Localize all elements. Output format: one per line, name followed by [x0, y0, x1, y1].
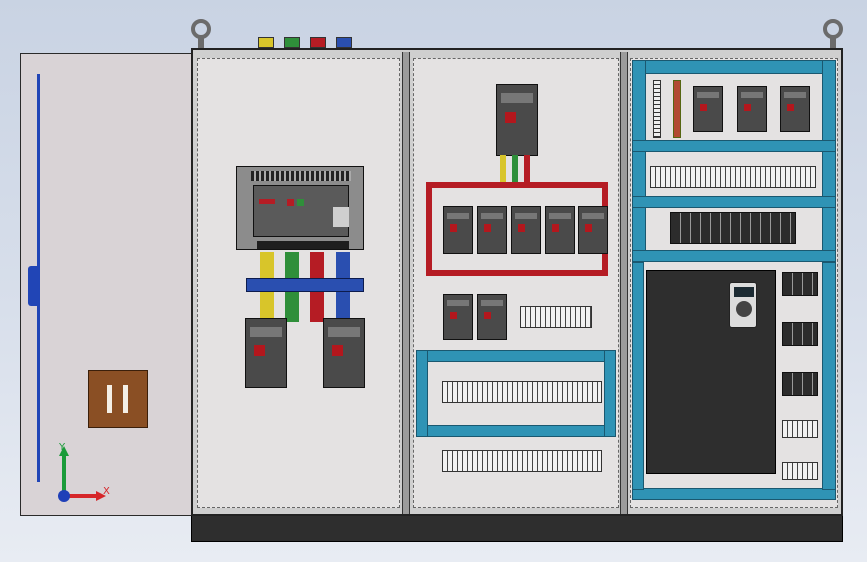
terminal-block-small	[520, 306, 592, 328]
rail-ctrl-vfd-right	[822, 262, 836, 490]
rail-ctrl-top	[632, 60, 836, 74]
axis-y-label: Y	[59, 442, 66, 453]
terminal-strip-1	[442, 381, 602, 403]
relay-module-1[interactable]	[782, 272, 818, 296]
lifting-eye-icon	[823, 19, 843, 48]
rail-ctrl-bottom	[632, 488, 836, 500]
cabinet-plinth	[191, 514, 843, 542]
door-pocket[interactable]	[88, 370, 148, 428]
top-indicator-red	[310, 37, 326, 48]
top-indicator-yellow	[258, 37, 274, 48]
rail-teal-right	[604, 350, 616, 437]
rail-ctrl-vfd-left	[632, 262, 644, 490]
rail-teal-left	[416, 350, 428, 437]
rail-teal-upper	[416, 350, 616, 362]
top-indicator-blue	[336, 37, 352, 48]
mccb-left[interactable]	[245, 318, 287, 388]
rail-ctrl-mid2	[632, 196, 836, 208]
branch-breaker-4[interactable]	[545, 206, 575, 254]
main-air-circuit-breaker[interactable]	[236, 166, 364, 250]
door-latch[interactable]	[28, 266, 40, 306]
relay-module-3[interactable]	[782, 372, 818, 396]
branch-breaker-6[interactable]	[443, 294, 473, 340]
terminal-strip-ctrl	[650, 166, 816, 188]
rail-ctrl-left	[632, 60, 646, 260]
busbar-cross-blue	[246, 278, 364, 292]
vfd-keypad[interactable]	[729, 282, 757, 328]
section-divider-2	[620, 52, 628, 514]
axis-x-label: X	[103, 486, 110, 497]
relay-bank[interactable]	[670, 212, 796, 244]
distribution-incoming-breaker[interactable]	[496, 84, 538, 156]
rail-ctrl-right	[822, 60, 836, 260]
branch-breaker-2[interactable]	[477, 206, 507, 254]
cable-green-dist	[512, 155, 518, 185]
rail-ctrl-mid1	[632, 140, 836, 152]
branch-breaker-7[interactable]	[477, 294, 507, 340]
branch-breaker-1[interactable]	[443, 206, 473, 254]
control-breaker-3[interactable]	[780, 86, 810, 132]
top-indicator-green	[284, 37, 300, 48]
rail-ctrl-mid3	[632, 250, 836, 262]
cable-red-dist	[524, 155, 530, 185]
branch-breaker-3[interactable]	[511, 206, 541, 254]
branch-breaker-5[interactable]	[578, 206, 608, 254]
control-breaker-2[interactable]	[737, 86, 767, 132]
mccb-right[interactable]	[323, 318, 365, 388]
section-divider-1	[402, 52, 410, 514]
cable-yellow-dist	[500, 155, 506, 185]
busbar-copper-vertical	[673, 80, 681, 138]
rail-teal-lower	[416, 425, 616, 437]
terminal-strip-2	[442, 450, 602, 472]
terminal-strip-right-2	[782, 462, 818, 480]
lifting-eye-icon	[191, 19, 211, 48]
control-breaker-1[interactable]	[693, 86, 723, 132]
terminal-strip-right-1	[782, 420, 818, 438]
relay-module-2[interactable]	[782, 322, 818, 346]
terminal-column	[653, 80, 661, 138]
